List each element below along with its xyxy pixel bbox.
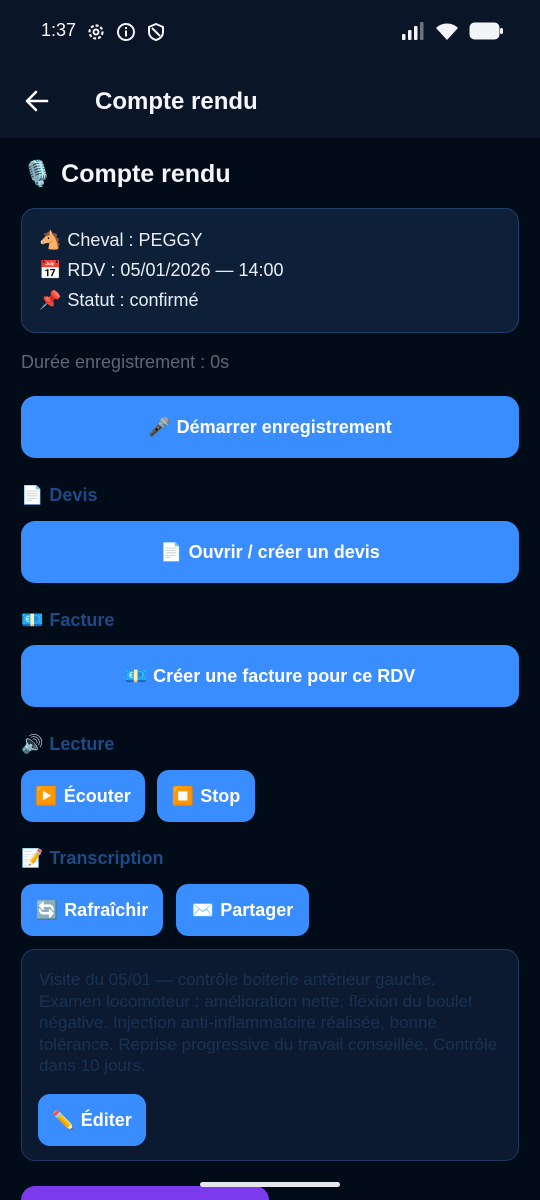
memo-icon: 📝 xyxy=(21,848,44,869)
create-invoice-label: Créer une facture pour ce RDV xyxy=(153,665,416,686)
facture-heading: 💶 Facture xyxy=(21,610,114,631)
shield-icon xyxy=(148,22,164,42)
devis-heading-text: Devis xyxy=(49,485,98,505)
start-recording-button[interactable]: 🎤 Démarrer enregistrement xyxy=(21,396,519,458)
status-time: 1:37 xyxy=(41,20,77,40)
wifi-icon xyxy=(436,23,458,40)
page-title: Compte rendu xyxy=(95,88,258,115)
bottom-action-button[interactable] xyxy=(21,1186,269,1200)
share-button[interactable]: ✉️ Partager xyxy=(176,884,309,936)
status-right-icons xyxy=(401,22,503,40)
lecture-heading: 🔊 Lecture xyxy=(21,734,114,755)
status-text: Statut : confirmé xyxy=(67,289,199,310)
document-icon: 📄 xyxy=(160,541,183,563)
app-bar: Compte rendu xyxy=(0,64,540,138)
horse-icon: 🐴 xyxy=(39,229,62,251)
refresh-icon: 🔄 xyxy=(35,899,59,921)
back-button[interactable] xyxy=(20,84,54,118)
horse-text: Cheval : PEGGY xyxy=(67,229,203,250)
cellular-signal-icon xyxy=(402,22,424,40)
play-button[interactable]: ▶️ Écouter xyxy=(21,770,145,822)
open-devis-label: Ouvrir / créer un devis xyxy=(188,541,380,562)
stop-button[interactable]: ⏹️ Stop xyxy=(157,770,255,822)
transcription-heading: 📝 Transcription xyxy=(21,848,163,869)
edit-button[interactable]: ✏️ Éditer xyxy=(38,1094,146,1146)
document-icon: 📄 xyxy=(21,485,44,506)
play-label: Écouter xyxy=(63,785,131,806)
info-icon xyxy=(117,23,135,41)
facture-heading-text: Facture xyxy=(49,610,115,630)
section-title: 🎙️ Compte rendu xyxy=(22,159,231,189)
open-devis-button[interactable]: 📄 Ouvrir / créer un devis xyxy=(21,521,519,583)
microphone-icon: 🎤 xyxy=(148,416,171,438)
transcription-text: Visite du 05/01 — contrôle boiterie anté… xyxy=(39,970,498,1075)
envelope-icon: ✉️ xyxy=(191,899,215,921)
calendar-icon: 📅 xyxy=(39,259,62,281)
refresh-button[interactable]: 🔄 Rafraîchir xyxy=(21,884,163,936)
create-invoice-button[interactable]: 💶 Créer une facture pour ce RDV xyxy=(21,645,519,707)
refresh-label: Rafraîchir xyxy=(64,899,149,920)
speaker-icon: 🔊 xyxy=(21,734,44,755)
euro-banknote-icon: 💶 xyxy=(21,610,44,631)
home-indicator[interactable] xyxy=(200,1182,340,1187)
transcription-heading-text: Transcription xyxy=(49,848,164,868)
section-title-text: Compte rendu xyxy=(61,159,231,188)
recording-duration: Durée enregistrement : 0s xyxy=(21,352,230,372)
start-recording-label: Démarrer enregistrement xyxy=(176,416,392,437)
euro-banknote-icon: 💶 xyxy=(124,665,148,687)
appointment-info-card: 🐴 Cheval : PEGGY 📅 RDV : 05/01/2026 — 14… xyxy=(21,208,519,333)
pencil-icon: ✏️ xyxy=(52,1109,75,1131)
battery-icon xyxy=(469,22,503,40)
rdv-line: 📅 RDV : 05/01/2026 — 14:00 xyxy=(39,255,501,285)
status-bar: 1:37 xyxy=(0,0,540,64)
microphone-icon: 🎙️ xyxy=(22,159,54,188)
edit-label: Éditer xyxy=(80,1109,132,1130)
rdv-text: RDV : 05/01/2026 — 14:00 xyxy=(67,259,284,280)
share-label: Partager xyxy=(220,899,294,920)
lecture-heading-text: Lecture xyxy=(49,734,115,754)
settings-icon xyxy=(88,24,104,40)
stop-label: Stop xyxy=(200,785,241,806)
status-left-icons xyxy=(86,22,166,42)
horse-line: 🐴 Cheval : PEGGY xyxy=(39,225,501,255)
devis-heading: 📄 Devis xyxy=(21,485,97,506)
arrow-back-icon xyxy=(25,90,49,112)
status-line: 📌 Statut : confirmé xyxy=(39,285,501,315)
stop-icon: ⏹️ xyxy=(171,785,195,807)
play-icon: ▶️ xyxy=(35,785,58,807)
pushpin-icon: 📌 xyxy=(39,289,62,311)
transcription-card: Visite du 05/01 — contrôle boiterie anté… xyxy=(21,949,519,1161)
